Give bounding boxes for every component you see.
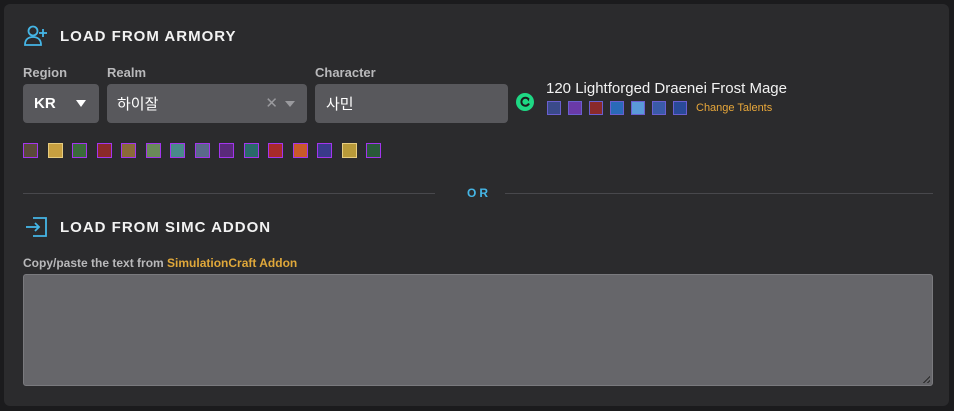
feet-gear-icon[interactable] [243,143,259,158]
neck-gear-icon[interactable] [47,143,63,158]
hands-gear-icon[interactable] [170,143,185,158]
addon-instruction-prefix: Copy/paste the text from [23,256,168,270]
chest-gear-icon[interactable] [121,143,136,158]
armory-title-text: LOAD FROM ARMORY [60,27,237,45]
cloak-gear-icon[interactable] [96,143,112,158]
change-talents-link[interactable]: Change Talents [696,102,772,114]
character-summary: 120 Lightforged Draenei Frost Mage [546,80,787,97]
ice-shard-talent-icon [610,101,624,115]
character-value: 사민 [326,96,354,113]
divider-right [505,193,933,194]
legs-gear-icon[interactable] [219,143,234,158]
skull-talent-icon [547,101,561,115]
trinket2-gear-icon[interactable] [341,143,357,158]
frost-ray-talent-icon [631,101,645,115]
shoulder-gear-icon[interactable] [72,143,87,158]
region-value: KR [34,95,56,112]
chevron-down-icon[interactable] [285,101,295,107]
armory-section-title: LOAD FROM ARMORY [24,25,237,47]
wrist-gear-icon[interactable] [145,143,161,158]
character-input[interactable]: 사민 [315,84,508,123]
addon-section-title: LOAD FROM SIMC ADDON [24,216,271,238]
or-separator: OR [467,186,491,200]
refresh-icon [520,96,530,107]
divider-left [23,193,435,194]
helm-gear-icon[interactable] [23,143,38,158]
realm-value: 하이잘 [117,96,159,113]
realm-label: Realm [107,65,147,80]
character-label: Character [315,65,376,80]
region-select[interactable]: KR [23,84,99,123]
add-user-icon [24,25,47,46]
comet-talent-icon [673,101,687,115]
waist-gear-icon[interactable] [194,143,210,158]
weapon-gear-icon[interactable] [366,143,381,158]
addon-instruction: Copy/paste the text from SimulationCraft… [23,256,297,270]
import-icon [26,217,47,237]
simulationcraft-addon-link[interactable]: SimulationCraft Addon [167,256,297,270]
clear-icon[interactable]: ✕ [265,94,278,112]
refresh-button[interactable] [516,93,534,111]
glacial-talent-icon [652,101,666,115]
talents-row: Change Talents [547,101,772,115]
arcane-talent-icon [568,101,582,115]
ring1-gear-icon[interactable] [268,143,283,158]
fire-hand-talent-icon [589,101,603,115]
chevron-down-icon [76,100,86,107]
gear-row [23,143,391,158]
armory-panel: LOAD FROM ARMORY Region Realm Character … [4,4,949,406]
addon-title-text: LOAD FROM SIMC ADDON [60,218,272,236]
trinket1-gear-icon[interactable] [317,143,332,158]
region-label: Region [23,65,68,80]
addon-textarea[interactable] [23,274,933,386]
realm-select[interactable]: 하이잘 ✕ [107,84,307,123]
ring2-gear-icon[interactable] [292,143,308,158]
resize-grip-icon[interactable] [922,375,930,383]
